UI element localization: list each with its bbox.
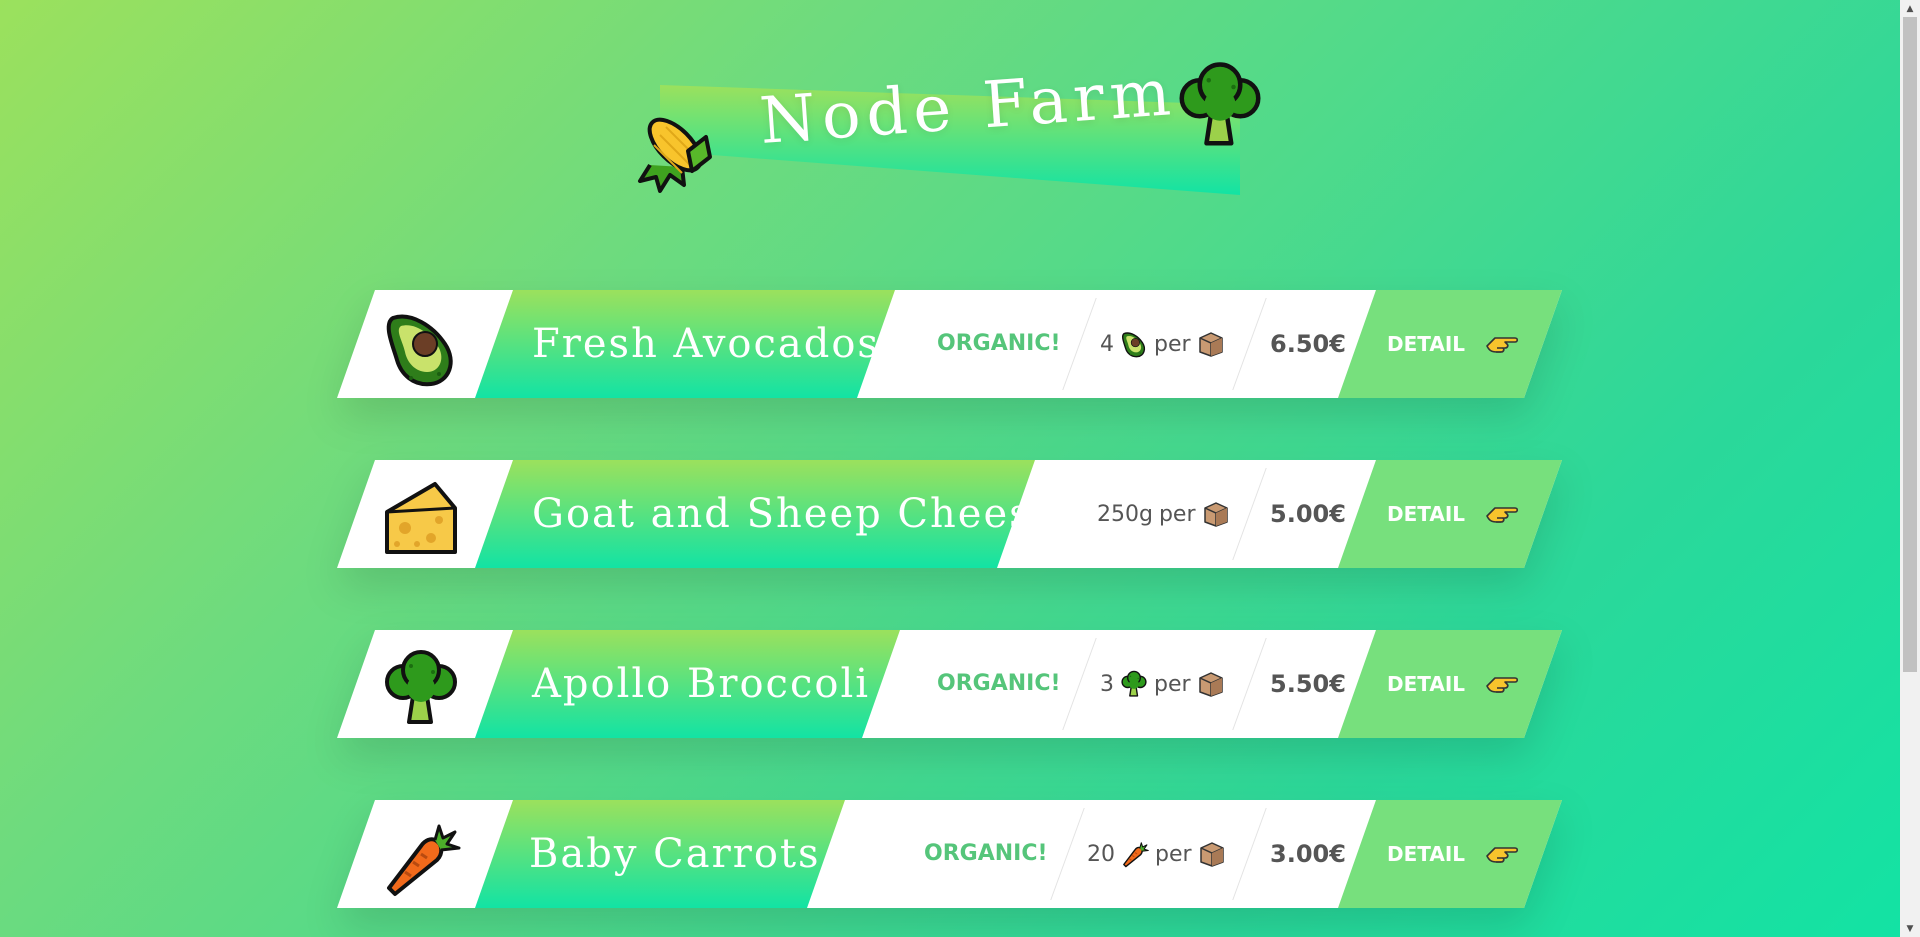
detail-label: DETAIL bbox=[1387, 502, 1466, 526]
scroll-up-icon[interactable]: ▲ bbox=[1900, 0, 1920, 17]
quantity-value: 4 bbox=[1100, 331, 1114, 357]
carrot-icon bbox=[1121, 840, 1149, 868]
quantity-info: 4 per bbox=[1100, 290, 1225, 398]
pointing-hand-icon bbox=[1485, 332, 1519, 356]
product-card-cheese: Goat and Sheep Cheese 250g per 5.00€ DET… bbox=[337, 460, 1562, 568]
quantity-value: 20 bbox=[1087, 841, 1115, 867]
quantity-value: 250g bbox=[1097, 501, 1153, 527]
quantity-info: 250g per bbox=[1097, 460, 1230, 568]
scrollbar-thumb[interactable] bbox=[1903, 17, 1917, 672]
detail-button[interactable]: DETAIL bbox=[1387, 630, 1519, 738]
broccoli-icon bbox=[1175, 60, 1265, 150]
quantity-info: 3 per bbox=[1100, 630, 1225, 738]
quantity-value: 3 bbox=[1100, 671, 1114, 697]
scroll-down-icon[interactable]: ▼ bbox=[1900, 920, 1920, 937]
broccoli-icon bbox=[1120, 670, 1148, 698]
product-card-broccoli: Apollo Broccoli ORGANIC! 3 per 5.50€ DET… bbox=[337, 630, 1562, 738]
cheese-icon bbox=[381, 478, 461, 558]
product-card-carrots: Baby Carrots ORGANIC! 20 per 3.00€ DETAI… bbox=[337, 800, 1562, 908]
box-icon bbox=[1197, 330, 1225, 358]
product-name[interactable]: Baby Carrots bbox=[529, 800, 821, 908]
organic-badge: ORGANIC! bbox=[937, 331, 1061, 356]
organic-badge: ORGANIC! bbox=[937, 671, 1061, 696]
scrollbar[interactable]: ▲ ▼ bbox=[1900, 0, 1920, 937]
product-name[interactable]: Goat and Sheep Cheese bbox=[532, 460, 1057, 568]
product-card-avocados: Fresh Avocados ORGANIC! 4 per 6.50€ DETA… bbox=[337, 290, 1562, 398]
per-label: per bbox=[1154, 331, 1191, 357]
detail-button[interactable]: DETAIL bbox=[1387, 800, 1519, 908]
product-name[interactable]: Fresh Avocados bbox=[532, 290, 880, 398]
product-name[interactable]: Apollo Broccoli bbox=[532, 630, 870, 738]
detail-button[interactable]: DETAIL bbox=[1387, 290, 1519, 398]
detail-button[interactable]: DETAIL bbox=[1387, 460, 1519, 568]
price: 6.50€ bbox=[1270, 330, 1346, 358]
carrot-icon bbox=[381, 818, 461, 898]
broccoli-icon bbox=[381, 648, 461, 728]
per-label: per bbox=[1155, 841, 1192, 867]
per-label: per bbox=[1158, 501, 1196, 527]
box-icon bbox=[1198, 840, 1226, 868]
detail-label: DETAIL bbox=[1387, 842, 1466, 866]
price: 5.50€ bbox=[1270, 670, 1346, 698]
pointing-hand-icon bbox=[1485, 842, 1519, 866]
box-icon bbox=[1197, 670, 1225, 698]
price: 3.00€ bbox=[1270, 840, 1346, 868]
detail-label: DETAIL bbox=[1387, 332, 1466, 356]
header: Node Farm bbox=[630, 55, 1270, 225]
pointing-hand-icon bbox=[1485, 502, 1519, 526]
avocado-icon bbox=[1120, 330, 1148, 358]
box-icon bbox=[1202, 500, 1230, 528]
organic-badge: ORGANIC! bbox=[924, 841, 1048, 866]
page: Node Farm Fresh Avocados ORGANIC! 4 per … bbox=[0, 0, 1900, 937]
price: 5.00€ bbox=[1270, 500, 1346, 528]
per-label: per bbox=[1154, 671, 1191, 697]
corn-icon bbox=[630, 105, 720, 195]
avocado-icon bbox=[381, 308, 461, 388]
quantity-info: 20 per bbox=[1087, 800, 1226, 908]
detail-label: DETAIL bbox=[1387, 672, 1466, 696]
pointing-hand-icon bbox=[1485, 672, 1519, 696]
